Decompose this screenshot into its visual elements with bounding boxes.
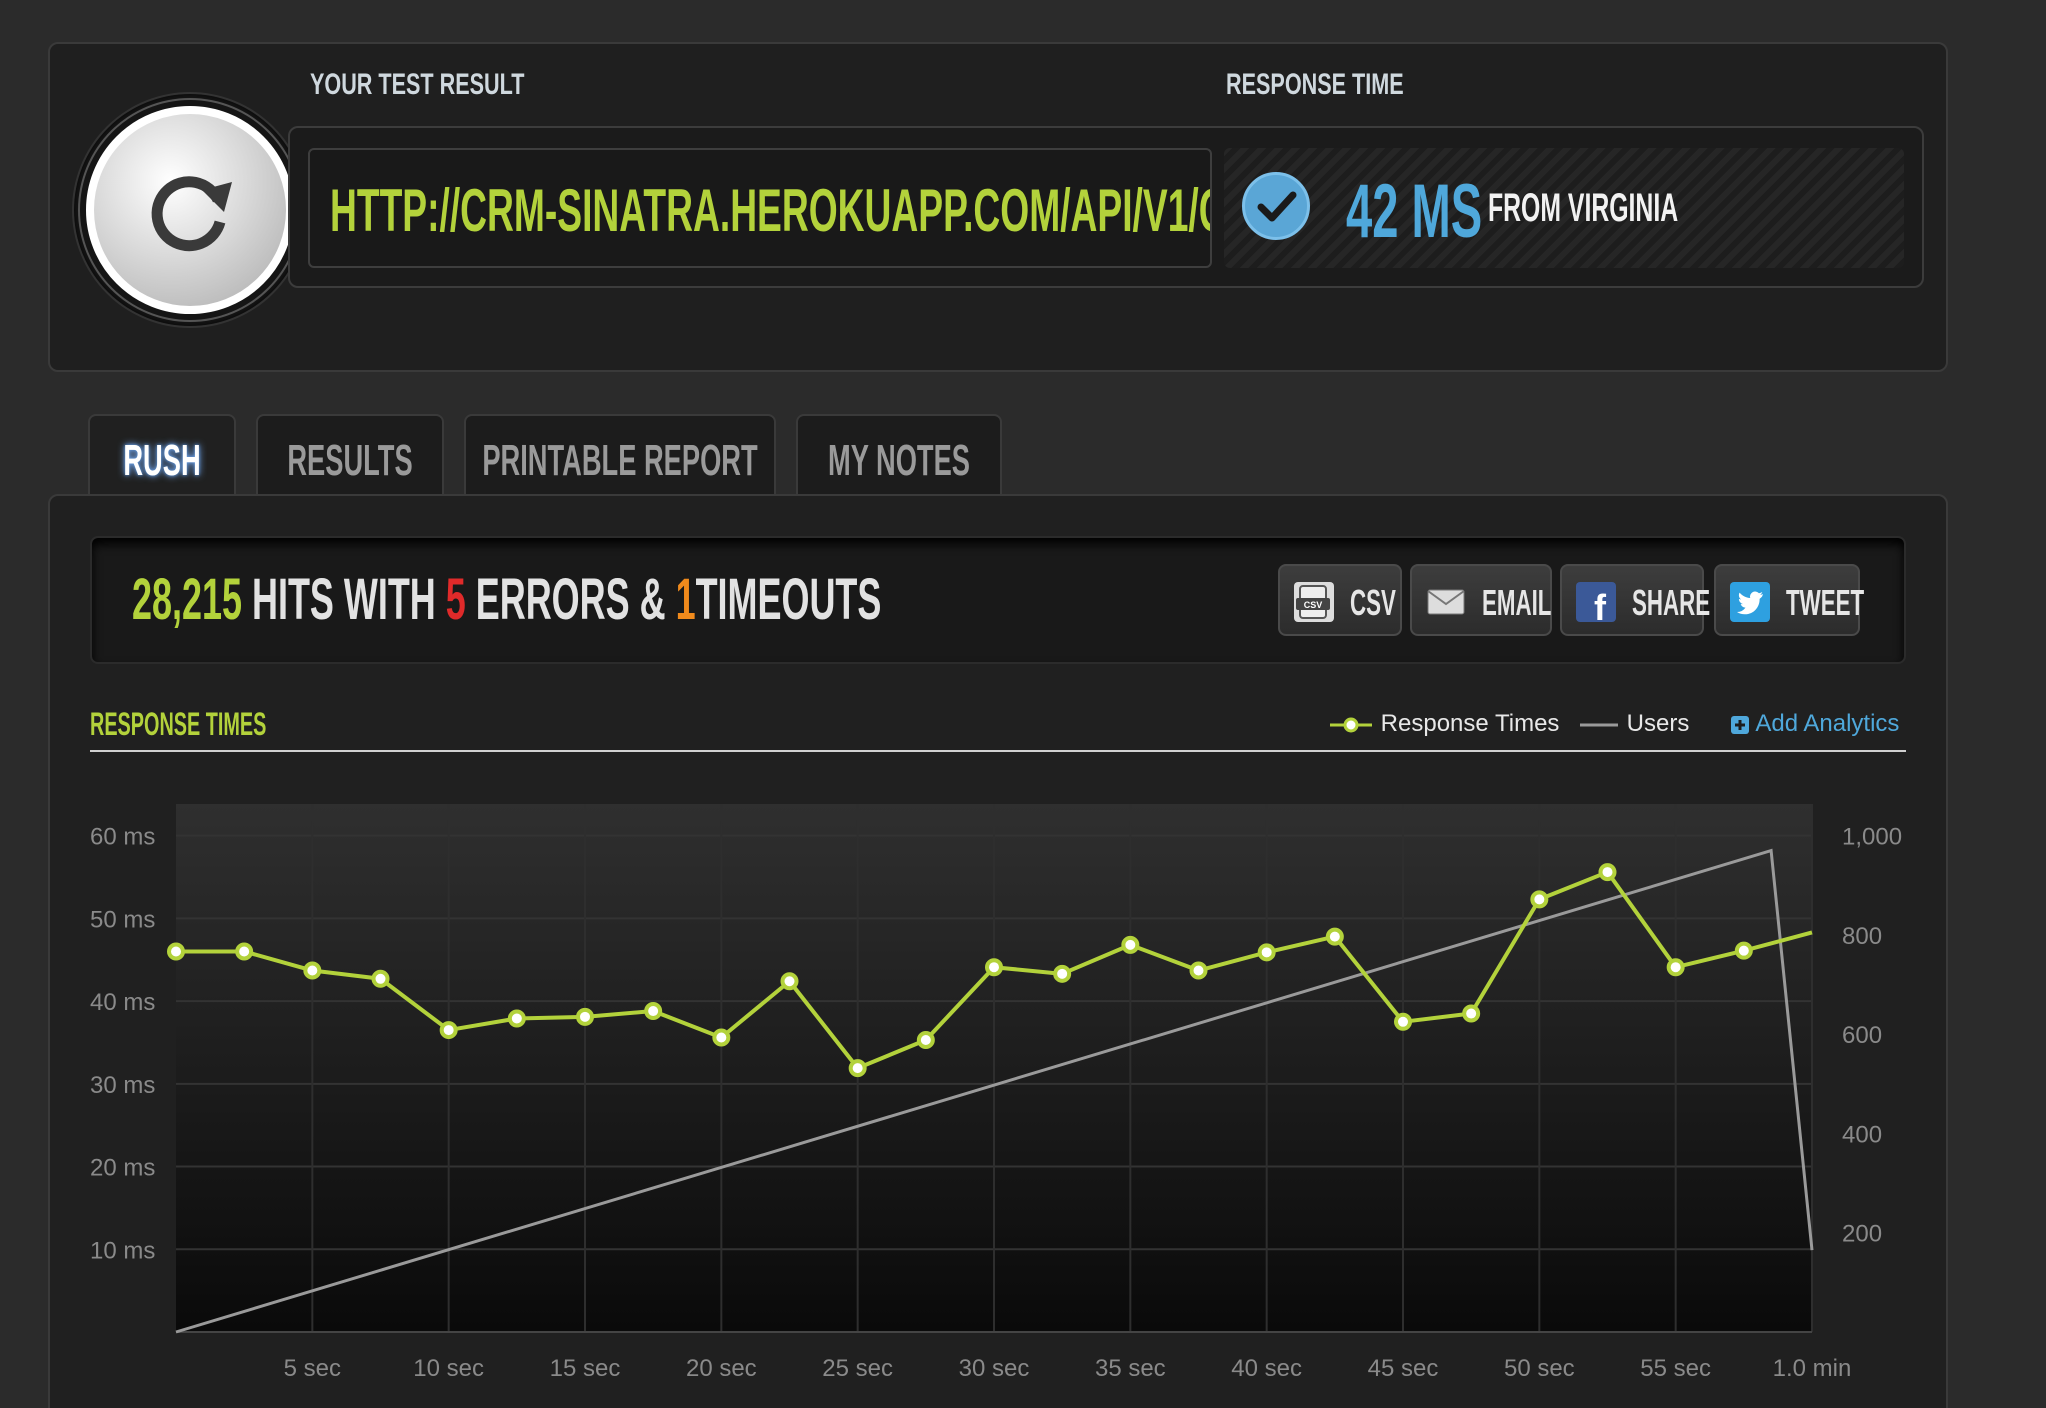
response-time-point (1394, 1012, 1412, 1031)
x-tick-label: 40 sec (1231, 1355, 1302, 1382)
x-tick-label: 55 sec (1640, 1355, 1711, 1382)
response-time-point (371, 969, 390, 988)
test-result-label: YOUR TEST RESULT (310, 68, 525, 101)
y-left-tick-label: 60 ms (90, 824, 155, 851)
y-right-tick-label: 800 (1842, 923, 1882, 950)
svg-text:f: f (1594, 587, 1607, 622)
response-time-point (507, 1009, 526, 1028)
hits-count: 28,215 (132, 567, 242, 632)
x-tick-label: 15 sec (550, 1355, 621, 1382)
y-left-tick-label: 30 ms (90, 1072, 155, 1099)
url-field[interactable]: HTTP://CRM-SINATRA.HEROKUAPP.COM/API/V1/… (308, 148, 1212, 268)
svg-text:CSV: CSV (1304, 600, 1323, 610)
x-tick-label: 5 sec (284, 1355, 341, 1382)
x-tick-label: 45 sec (1368, 1355, 1439, 1382)
response-time-point (916, 1030, 935, 1049)
response-time-point (1053, 964, 1072, 983)
hits-label: HITS WITH (251, 567, 436, 632)
y-left-tick-label: 20 ms (90, 1155, 155, 1182)
tab-results[interactable]: RESULTS (256, 414, 444, 496)
response-times-chart: 10 ms 20 ms 30 ms 40 ms 50 ms 60 ms 200 400 600 8… (90, 804, 1902, 1382)
response-time-point (780, 972, 799, 991)
x-tick-label: 1.0 min (1773, 1355, 1852, 1382)
response-time-point (712, 1028, 731, 1047)
summary-text: 28,215 HITS WITH 5 ERRORS & 1TIMEOUTS (132, 566, 881, 633)
response-location: FROM VIRGINIA (1488, 186, 1679, 230)
legend-response-times[interactable]: Response Times (1328, 710, 1559, 738)
response-time-point (1257, 943, 1276, 962)
response-time-point (1462, 1004, 1481, 1023)
email-button[interactable]: EMAIL (1410, 564, 1552, 636)
tab-printable-report[interactable]: PRINTABLE REPORT (464, 414, 776, 496)
response-time-point (167, 942, 185, 961)
response-time-point (1530, 890, 1549, 909)
add-analytics-link[interactable]: Add Analytics (1730, 710, 1899, 738)
legend-users[interactable]: Users (1578, 710, 1689, 738)
y-right-tick-label: 600 (1842, 1022, 1882, 1049)
response-time-point (439, 1021, 458, 1040)
response-time-point (985, 958, 1003, 977)
y-left-tick-label: 40 ms (90, 989, 155, 1016)
x-tick-label: 50 sec (1504, 1355, 1575, 1382)
response-time-point (1189, 961, 1208, 980)
timeouts-count: 1 (675, 567, 696, 632)
tab-rush[interactable]: RUSH (88, 414, 236, 502)
chart-header-divider (90, 750, 1906, 752)
y-left-tick-label: 50 ms (90, 906, 155, 933)
errors-label: ERRORS & (475, 567, 666, 632)
response-time-point (1734, 941, 1753, 960)
csv-button[interactable]: CSV CSV (1278, 564, 1402, 636)
y-right-tick-label: 200 (1842, 1221, 1882, 1248)
plus-icon (1731, 715, 1749, 734)
response-time-point (235, 942, 254, 961)
y-right-tick-label: 1,000 (1842, 824, 1902, 851)
twitter-bird-icon (1730, 582, 1770, 622)
x-tick-label: 30 sec (959, 1355, 1030, 1382)
response-time-point (576, 1007, 594, 1026)
tab-my-notes[interactable]: MY NOTES (796, 414, 1002, 496)
x-tick-label: 20 sec (686, 1355, 757, 1382)
csv-file-icon: CSV (1294, 582, 1334, 622)
response-time-point (1666, 958, 1685, 977)
response-time-value: 42 MS (1346, 169, 1483, 254)
y-right-tick-label: 400 (1842, 1121, 1882, 1148)
response-time-point (848, 1059, 867, 1078)
response-time-point (1325, 927, 1344, 946)
legend-line-icon (1580, 723, 1618, 727)
facebook-icon: f (1576, 582, 1616, 628)
timeouts-label: TIMEOUTS (695, 567, 882, 632)
response-time-point (1121, 935, 1140, 954)
legend-line-marker-icon (1330, 717, 1372, 733)
x-tick-label: 25 sec (822, 1355, 893, 1382)
url-text: HTTP://CRM-SINATRA.HEROKUAPP.COM/API/V1/… (330, 177, 1210, 244)
reload-button[interactable] (86, 106, 294, 314)
x-tick-label: 10 sec (413, 1355, 484, 1382)
response-time-point (644, 1002, 663, 1021)
errors-count: 5 (445, 567, 466, 632)
chart-title: RESPONSE TIMES (90, 706, 267, 742)
response-time-label: RESPONSE TIME (1226, 68, 1404, 101)
response-time-point (303, 961, 322, 980)
y-left-tick-label: 10 ms (90, 1237, 155, 1264)
facebook-share-button[interactable]: f SHARE (1560, 564, 1710, 636)
checkmark-icon (1242, 172, 1310, 240)
envelope-icon (1426, 582, 1466, 622)
x-tick-label: 35 sec (1095, 1355, 1166, 1382)
tweet-button[interactable]: TWEET (1714, 564, 1864, 636)
response-time-point (1598, 863, 1617, 882)
